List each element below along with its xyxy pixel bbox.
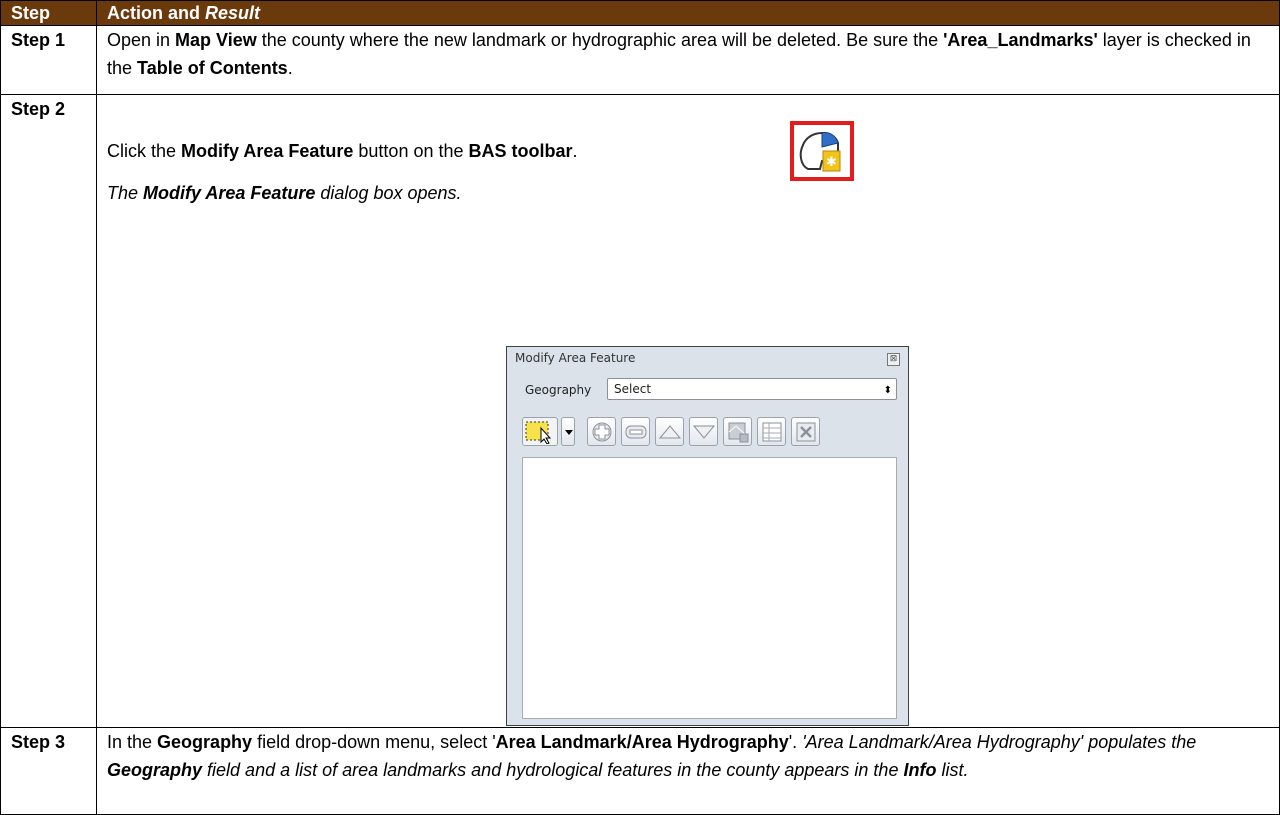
info-list[interactable]: [522, 457, 897, 719]
step-label: Step 1: [0, 25, 97, 95]
svg-text:✱: ✱: [826, 155, 837, 170]
move-down-button[interactable]: [689, 417, 718, 446]
geography-select[interactable]: Select ⬍: [607, 378, 897, 400]
step-text: Open in Map View the county where the ne…: [96, 25, 1280, 95]
move-up-icon: [658, 425, 682, 439]
attribute-table-icon: [762, 422, 782, 442]
select-mode-dropdown[interactable]: [561, 417, 575, 446]
remove-button[interactable]: [621, 417, 650, 446]
clear-icon: [796, 422, 816, 442]
select-arrow-icon: ⬍: [883, 385, 892, 396]
step-label: Step 3: [0, 727, 97, 815]
close-icon[interactable]: ⊠: [887, 353, 900, 366]
step-text: In the Geography field drop-down menu, s…: [96, 727, 1280, 815]
map-zoom-icon: [728, 422, 749, 443]
select-features-button[interactable]: [522, 417, 558, 446]
header-row: Step Action and Result: [0, 0, 1280, 26]
result-text: The Modify Area Feature dialog box opens…: [107, 183, 462, 203]
geography-label: Geography: [525, 383, 592, 397]
modify-area-feature-dialog: Modify Area Feature ⊠ Geography Select ⬍: [506, 346, 909, 726]
clear-button[interactable]: [791, 417, 820, 446]
geography-value: Select: [614, 382, 652, 396]
attribute-table-button[interactable]: [757, 417, 786, 446]
add-icon: [592, 422, 612, 442]
step-text: Click the Modify Area Feature button on …: [107, 120, 1269, 181]
dropdown-arrow-icon: [565, 430, 573, 435]
step-row-3: Step 3 In the Geography field drop-down …: [0, 727, 1280, 815]
map-zoom-button[interactable]: [723, 417, 752, 446]
dialog-title: Modify Area Feature: [515, 351, 636, 365]
add-button[interactable]: [587, 417, 616, 446]
move-up-button[interactable]: [655, 417, 684, 446]
step-label: Step 2: [0, 94, 97, 728]
step-row-1: Step 1 Open in Map View the county where…: [0, 25, 1280, 95]
modify-area-feature-icon[interactable]: ✱: [789, 120, 854, 181]
move-down-icon: [692, 425, 716, 439]
remove-icon: [625, 425, 647, 439]
select-features-icon: [525, 421, 552, 444]
header-result: Result: [205, 3, 261, 23]
header-step: Step: [0, 0, 97, 26]
header-action: Action and Result: [96, 0, 1280, 26]
